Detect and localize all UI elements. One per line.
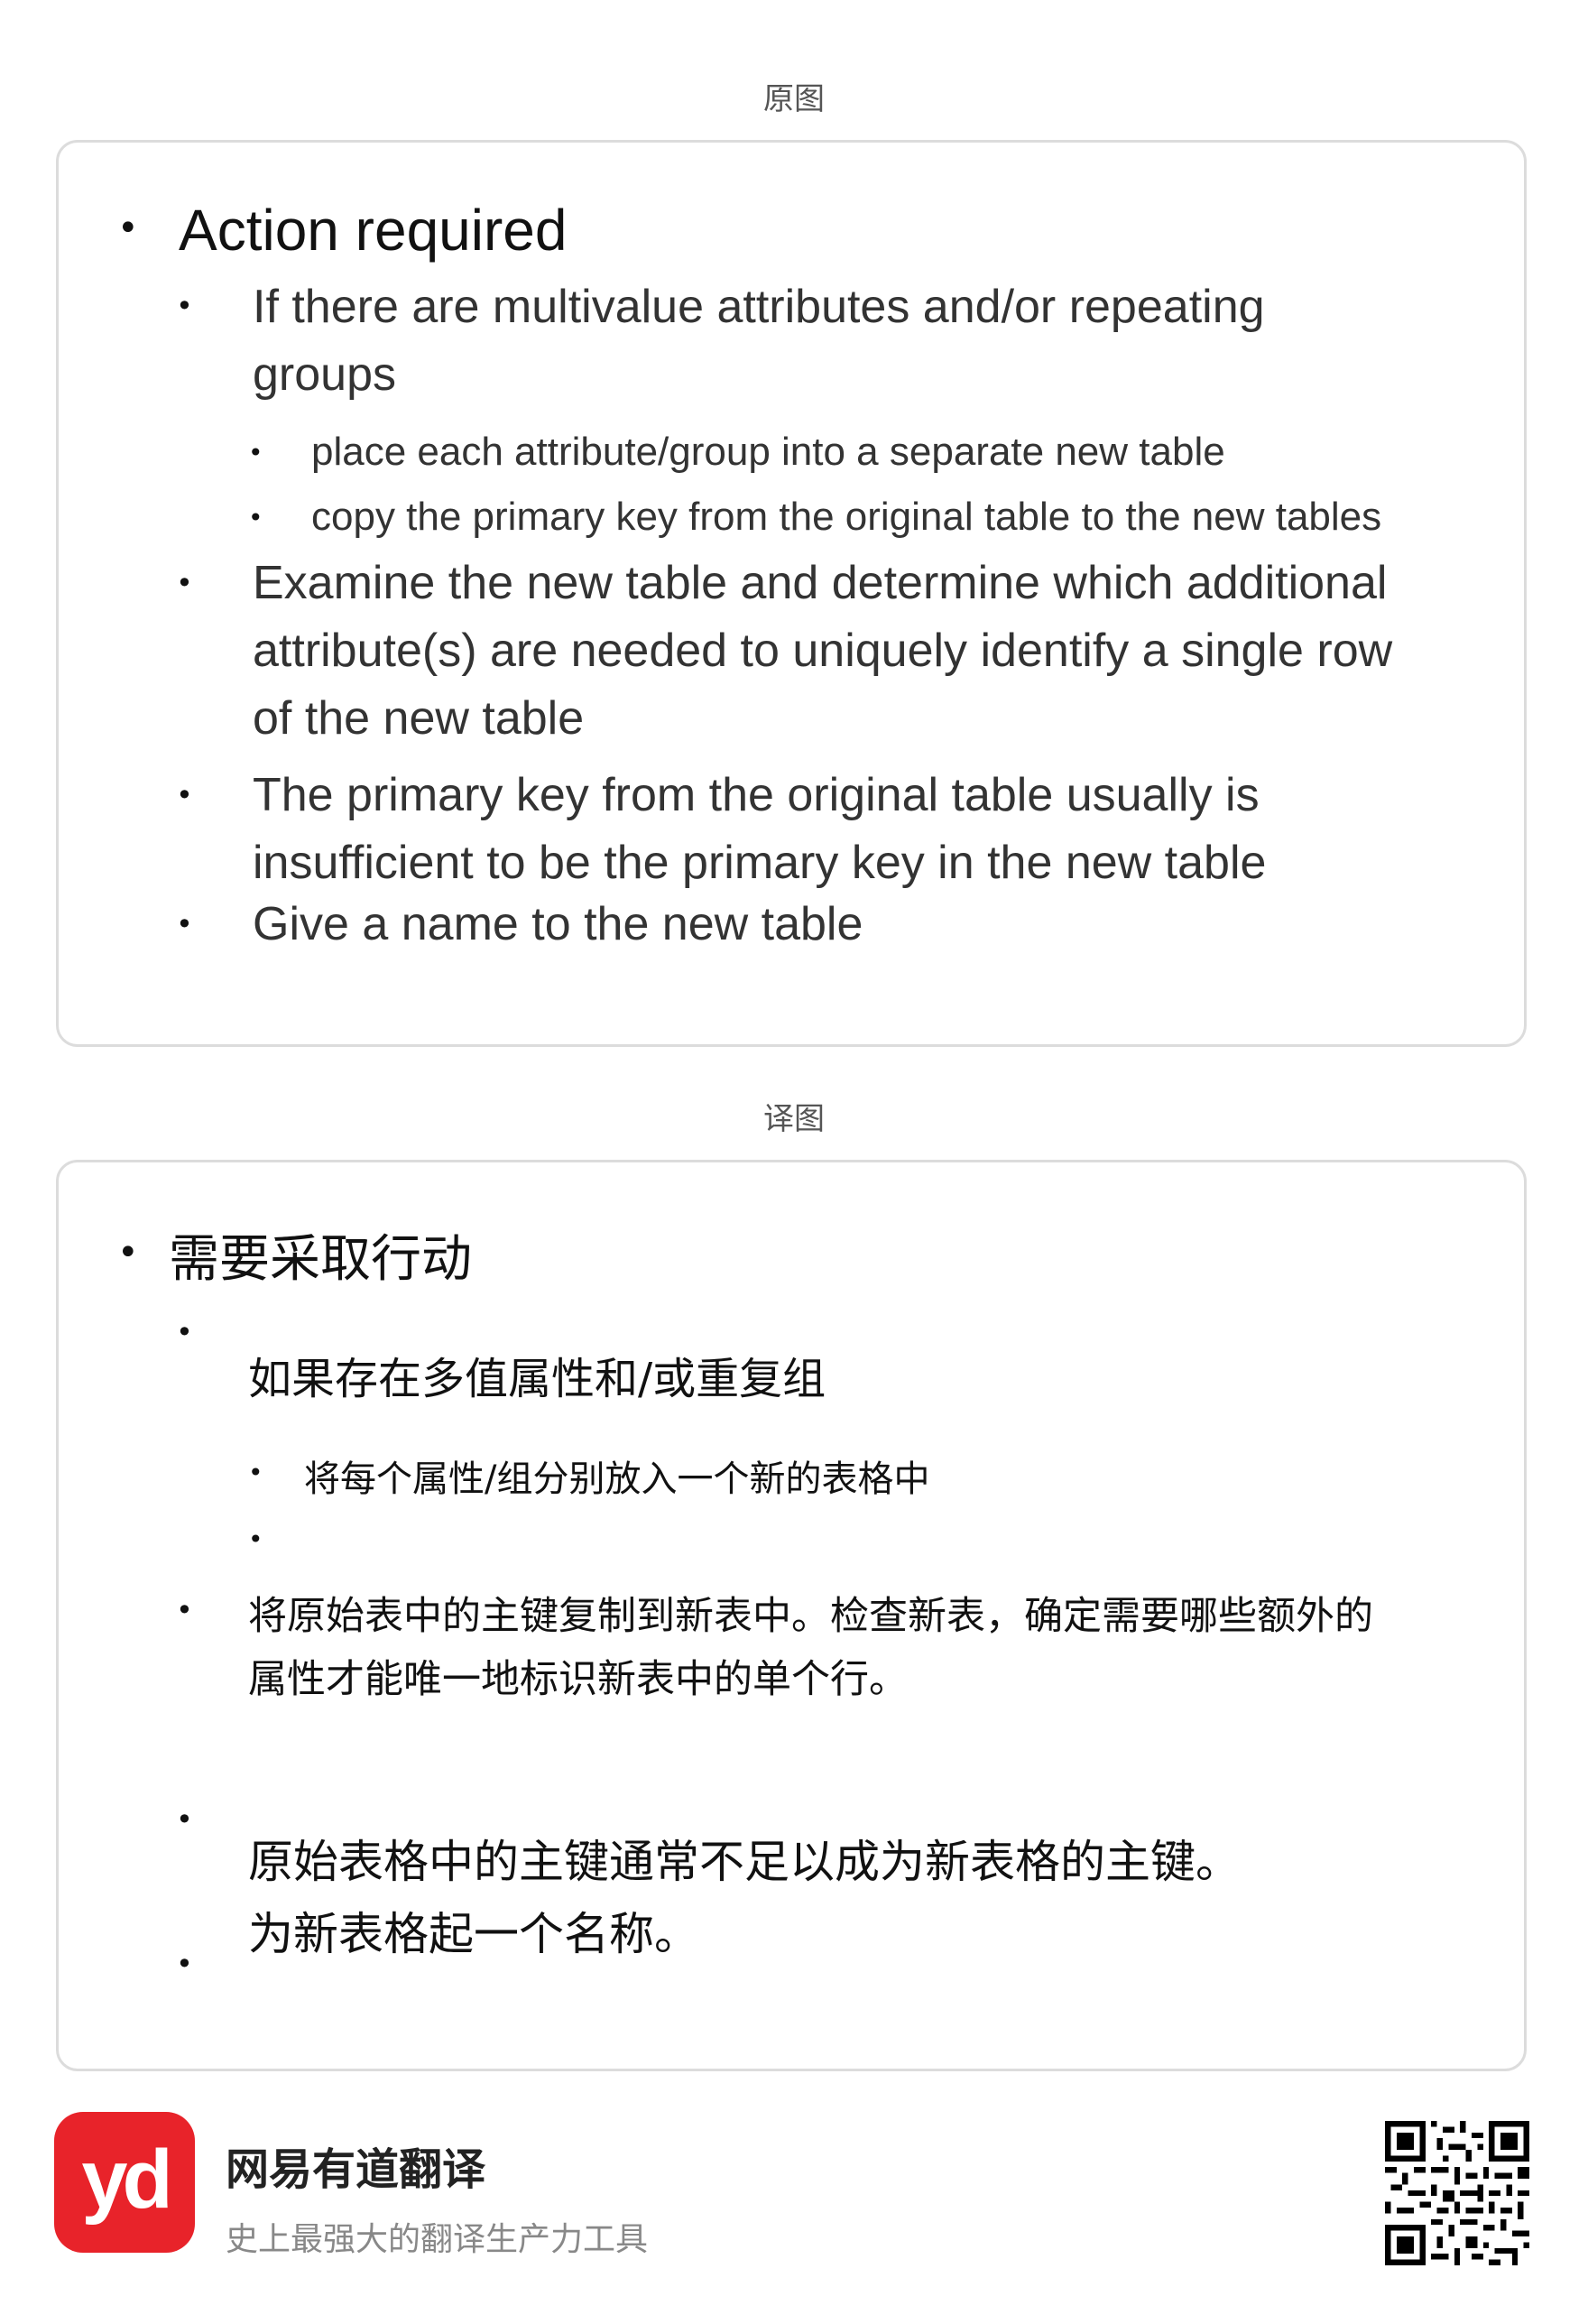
bullet-dot: • (117, 1232, 139, 1273)
bullet-dot: • (117, 208, 139, 249)
original-bullet-2-line-1: Examine the new table and determine whic… (253, 557, 1388, 609)
original-bullet-3-line-2: insufficient to be the primary key in th… (253, 837, 1267, 889)
original-bullet-1-line-1: If there are multivalue attributes and/o… (253, 281, 1265, 333)
youdao-logo: yd (54, 2112, 195, 2253)
original-heading: Action required (179, 198, 568, 263)
original-bullet-2-line-2: attribute(s) are needed to uniquely iden… (253, 625, 1393, 677)
bullet-dot: • (176, 566, 193, 600)
original-sub-bullet-1: place each attribute/group into a separa… (311, 430, 1225, 474)
original-bullet-2-line-3: of the new table (253, 692, 585, 745)
bullet-dot: • (248, 438, 263, 468)
bullet-dot: • (176, 1802, 193, 1837)
translated-card: • 需要采取行动 • 如果存在多值属性和/或重复组 • 将每个属性/组分别放入一… (56, 1160, 1527, 2071)
translated-bullet-4: 为新表格起一个名称。 (248, 1908, 699, 1960)
footer: yd 网易有道翻译 史上最强大的翻译生产力工具 (0, 2103, 1588, 2324)
bullet-dot: • (176, 289, 193, 323)
original-card: • Action required • If there are multiva… (56, 140, 1527, 1047)
qr-code-icon[interactable] (1385, 2121, 1529, 2265)
brand-slogan: 史上最强大的翻译生产力工具 (226, 2221, 649, 2258)
original-label: 原图 (763, 81, 825, 117)
original-bullet-3-line-1: The primary key from the original table … (253, 769, 1260, 821)
original-bullet-1-line-2: groups (253, 348, 396, 401)
bullet-dot: • (176, 1593, 193, 1627)
bullet-dot: • (176, 1315, 193, 1349)
original-bullet-4: Give a name to the new table (253, 898, 863, 950)
bullet-dot: • (248, 1524, 263, 1554)
brand-name: 网易有道翻译 (226, 2144, 486, 2195)
translated-bullet-3: 原始表格中的主键通常不足以成为新表格的主键。 (248, 1836, 1241, 1888)
translated-label: 译图 (763, 1101, 825, 1137)
translated-bullet-1: 如果存在多值属性和/或重复组 (248, 1354, 826, 1404)
translated-sub-bullet-1: 将每个属性/组分别放入一个新的表格中 (304, 1458, 930, 1500)
bullet-dot: • (248, 1458, 263, 1487)
bullet-dot: • (176, 778, 193, 812)
bullet-dot: • (176, 1947, 193, 1981)
bullet-dot: • (248, 503, 263, 532)
translated-heading: 需要采取行动 (169, 1230, 472, 1289)
translated-bullet-2-line-2: 属性才能唯一地标识新表中的单个行。 (248, 1657, 908, 1702)
original-sub-bullet-2: copy the primary key from the original t… (311, 495, 1382, 539)
translated-bullet-2-line-1: 将原始表中的主键复制到新表中。检查新表，确定需要哪些额外的 (248, 1594, 1373, 1639)
bullet-dot: • (176, 907, 193, 941)
